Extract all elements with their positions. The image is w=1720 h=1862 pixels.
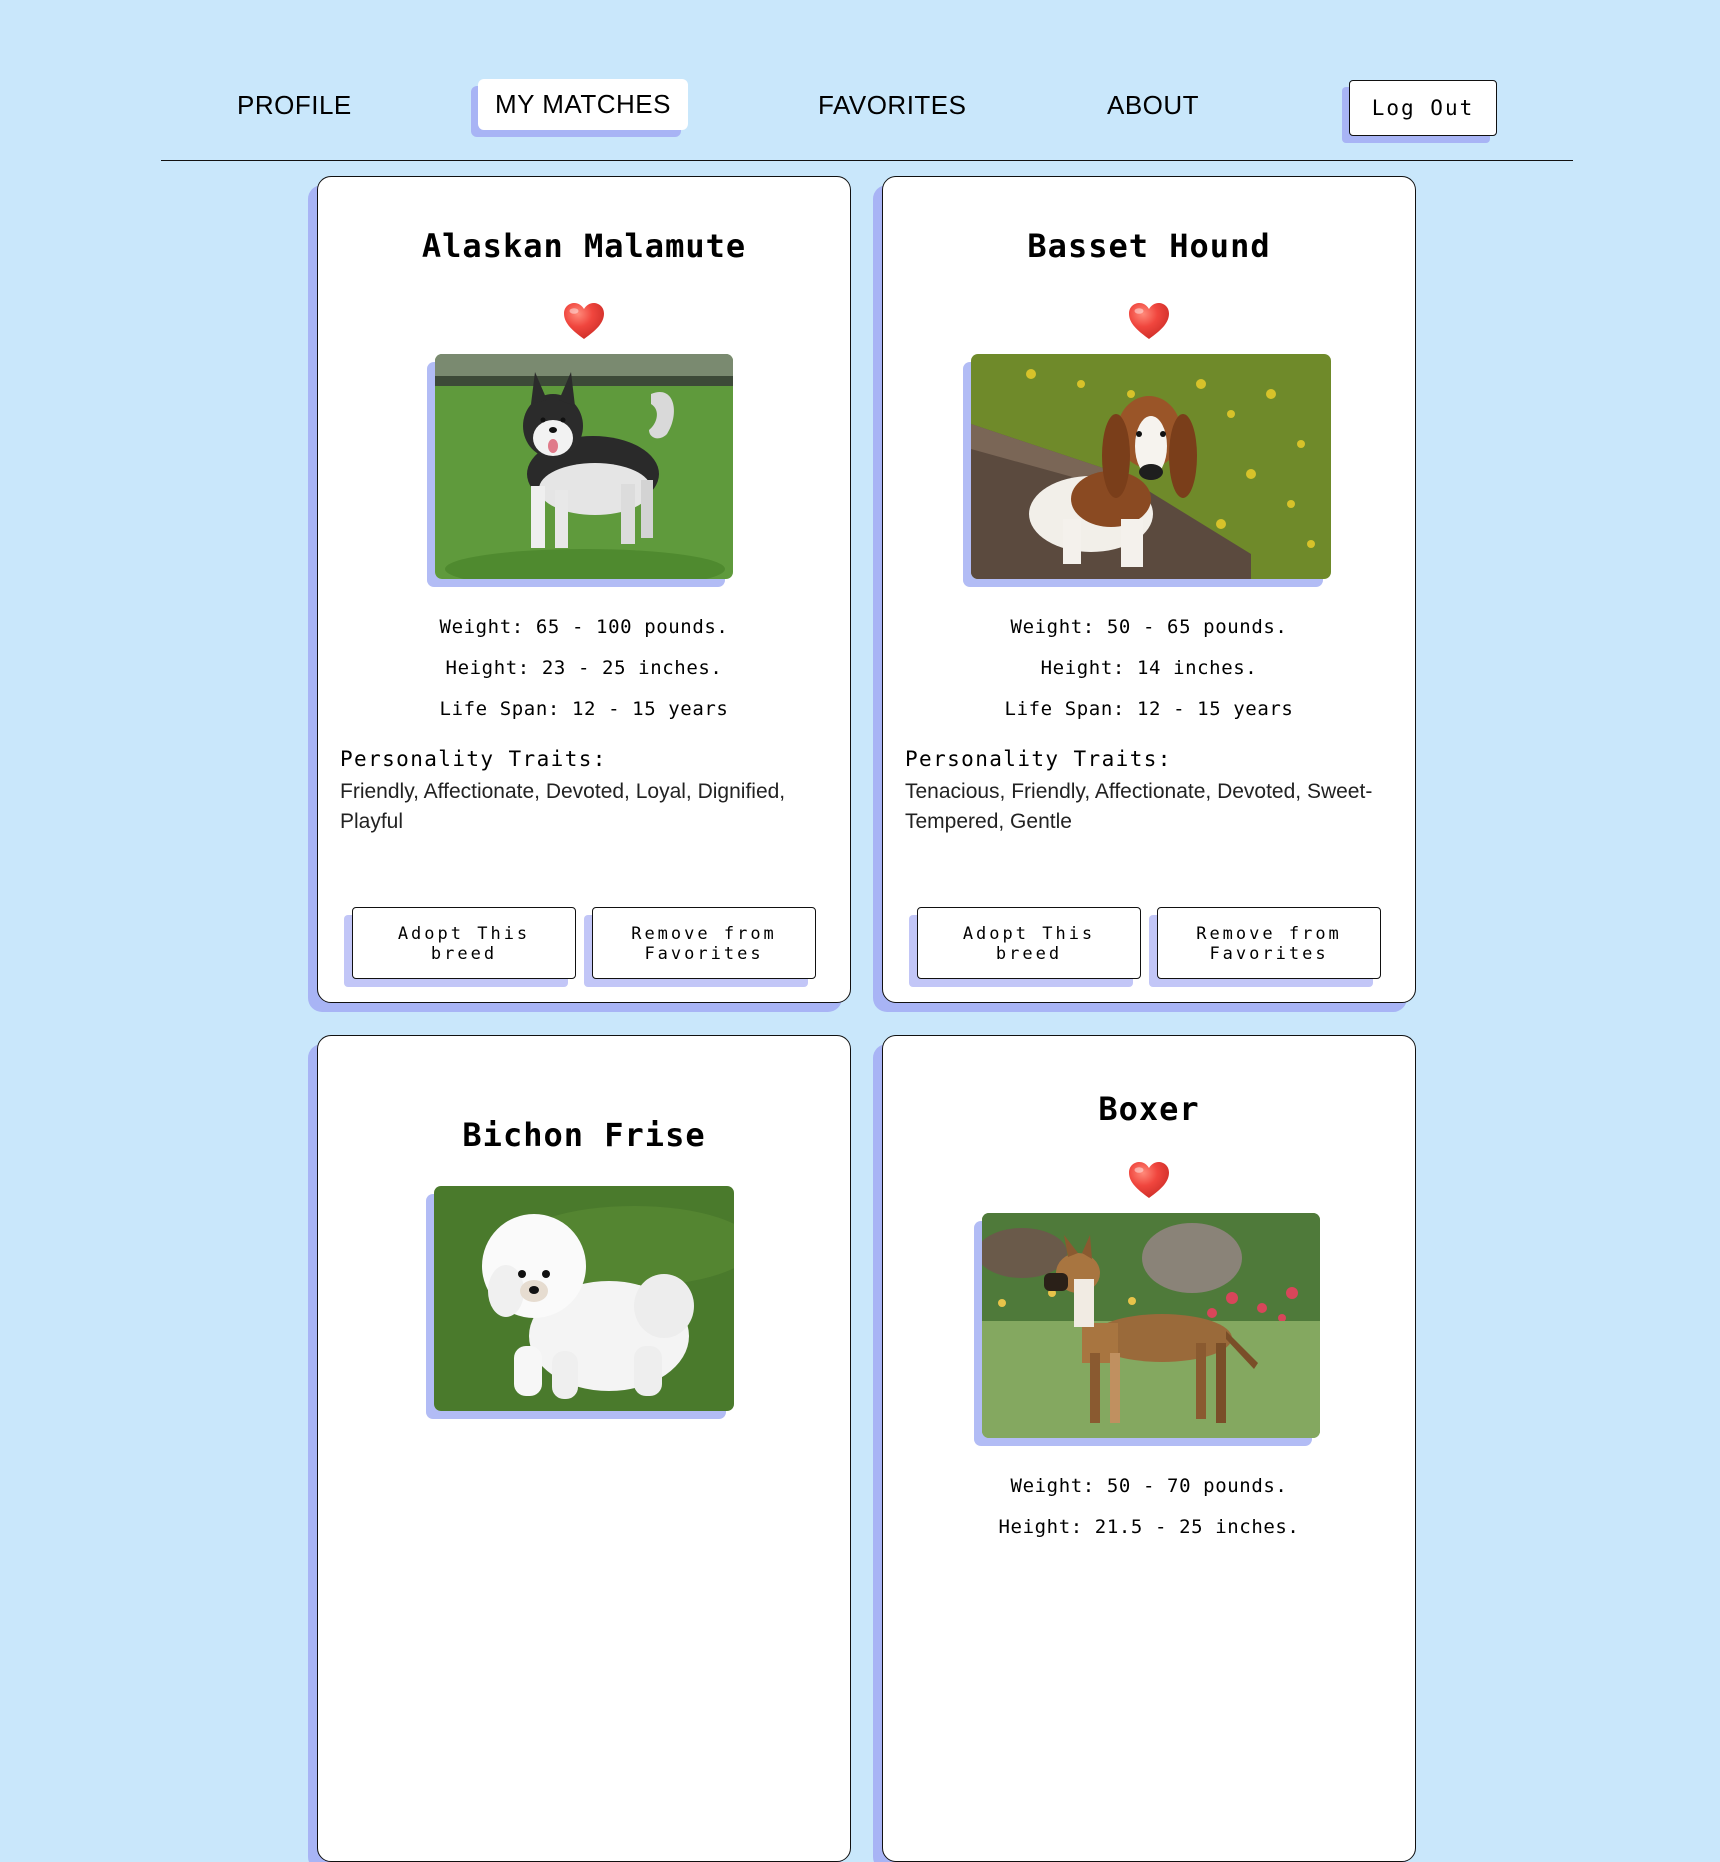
- favorite-heart-icon[interactable]: [1127, 1160, 1171, 1200]
- height-text: Height: 23 - 25 inches.: [445, 657, 723, 679]
- bichon-frise-photo: [434, 1186, 734, 1411]
- breed-card: Alaskan Malamute Weight: 65 - 100 pounds…: [317, 176, 851, 1003]
- remove-favorite-button[interactable]: Remove from Favorites: [1157, 907, 1381, 979]
- breed-name: Basset Hound: [1027, 227, 1271, 265]
- favorite-heart-icon[interactable]: [562, 301, 606, 341]
- breed-name: Bichon Frise: [462, 1116, 706, 1154]
- traits-label: Personality Traits:: [340, 747, 607, 771]
- breed-name: Boxer: [1098, 1090, 1200, 1128]
- breed-card: Basset Hound Weight: 50 - 65 pounds. Hei…: [882, 176, 1416, 1003]
- nav-favorites[interactable]: FAVORITES: [818, 90, 967, 121]
- life-span-text: Life Span: 12 - 15 years: [439, 698, 729, 720]
- main-nav: PROFILE MY MATCHES FAVORITES ABOUT Log O…: [161, 72, 1573, 161]
- basset-hound-photo: [971, 354, 1331, 579]
- nav-profile[interactable]: PROFILE: [237, 90, 352, 121]
- weight-text: Weight: 50 - 70 pounds.: [1010, 1475, 1288, 1497]
- breed-name: Alaskan Malamute: [421, 227, 747, 265]
- traits-text: Friendly, Affectionate, Devoted, Loyal, …: [340, 780, 786, 833]
- nav-my-matches[interactable]: MY MATCHES: [478, 79, 688, 130]
- nav-about[interactable]: ABOUT: [1107, 90, 1199, 121]
- adopt-breed-button[interactable]: Adopt This breed: [917, 907, 1141, 979]
- alaskan-malamute-photo: [435, 354, 733, 579]
- breed-card: Boxer Weight: 50 - 70 pounds. Height: 21…: [882, 1035, 1416, 1862]
- height-text: Height: 21.5 - 25 inches.: [998, 1516, 1300, 1538]
- logout-button[interactable]: Log Out: [1349, 80, 1497, 136]
- life-span-text: Life Span: 12 - 15 years: [1004, 698, 1294, 720]
- weight-text: Weight: 65 - 100 pounds.: [439, 616, 729, 638]
- favorite-heart-icon[interactable]: [1127, 301, 1171, 341]
- traits-text: Tenacious, Friendly, Affectionate, Devot…: [905, 780, 1373, 833]
- height-text: Height: 14 inches.: [1040, 657, 1258, 679]
- boxer-photo: [982, 1213, 1320, 1438]
- breed-card: Bichon Frise: [317, 1035, 851, 1862]
- traits-label: Personality Traits:: [905, 747, 1172, 771]
- adopt-breed-button[interactable]: Adopt This breed: [352, 907, 576, 979]
- remove-favorite-button[interactable]: Remove from Favorites: [592, 907, 816, 979]
- weight-text: Weight: 50 - 65 pounds.: [1010, 616, 1288, 638]
